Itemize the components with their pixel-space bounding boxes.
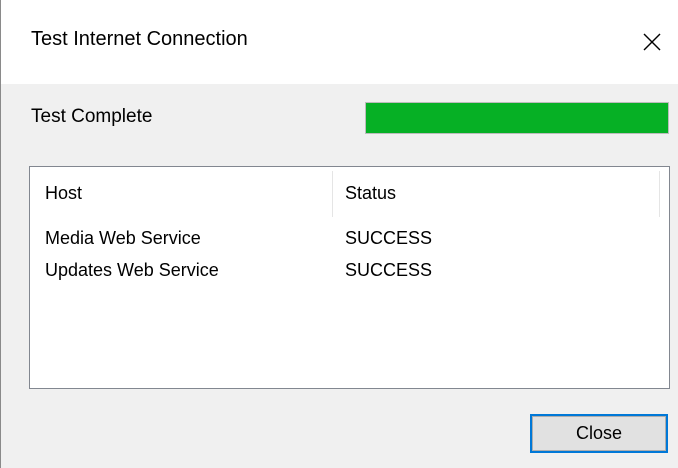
- results-list[interactable]: Host Status Media Web Service SUCCESS Up…: [29, 166, 670, 389]
- test-connection-dialog: Test Internet Connection Test Complete H…: [0, 0, 678, 468]
- list-header: Host Status: [30, 167, 669, 219]
- close-button[interactable]: Close: [530, 414, 668, 453]
- progress-bar: [365, 102, 669, 134]
- title-bar: Test Internet Connection: [1, 0, 678, 84]
- host-cell: Media Web Service: [45, 228, 201, 248]
- host-cell: Updates Web Service: [45, 260, 219, 280]
- status-label: Test Complete: [31, 106, 153, 127]
- status-cell: SUCCESS: [345, 260, 433, 280]
- status-cell: SUCCESS: [345, 228, 433, 248]
- column-divider[interactable]: [332, 171, 333, 217]
- progress-fill: [366, 103, 668, 133]
- column-divider[interactable]: [659, 171, 660, 217]
- window-title: Test Internet Connection: [31, 28, 248, 50]
- close-icon[interactable]: [637, 27, 667, 57]
- column-header-host[interactable]: Host: [45, 167, 82, 219]
- list-item[interactable]: Updates Web Service SUCCESS: [30, 254, 669, 286]
- list-item[interactable]: Media Web Service SUCCESS: [30, 222, 669, 254]
- column-header-status[interactable]: Status: [345, 167, 396, 219]
- close-button-label: Close: [532, 416, 666, 451]
